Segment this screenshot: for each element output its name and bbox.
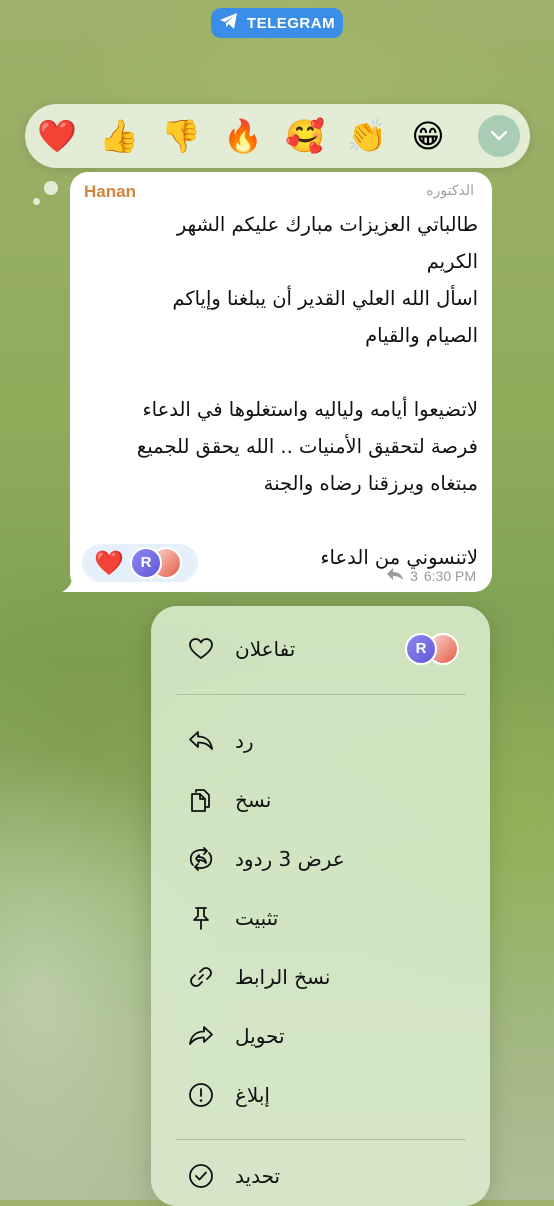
reaction-smiling-hearts[interactable]: 🥰 [285,117,325,155]
reply-arrow-icon [386,567,404,584]
view-replies-icon [187,845,215,873]
chevron-down-icon [489,127,509,146]
reaction-heart[interactable]: ❤️ [37,117,77,155]
menu-label-view-replies: عرض 3 ردود [235,847,345,871]
menu-item-forward[interactable]: تحويل [151,1007,490,1065]
sender-name[interactable]: Hanan [84,182,136,202]
expand-reactions-button[interactable] [478,115,520,157]
reaction-thumbs-up[interactable]: 👍 [99,117,139,155]
reaction-beaming-face[interactable]: 😁 [409,117,447,155]
forward-icon [187,1022,215,1050]
reaction-fire[interactable]: 🔥 [223,117,263,155]
menu-label-copy-link: نسخ الرابط [235,965,331,989]
message-time: 6:30 PM [423,567,476,584]
menu-item-select[interactable]: تحديد [151,1147,490,1205]
menu-avatar-r: R [405,633,437,665]
reaction-picker: ❤️ 👍 👎 🔥 🥰 👏 😁 [25,104,530,168]
menu-divider-bottom [175,1139,466,1140]
reaction-clapping[interactable]: 👏 [347,117,387,155]
link-icon [187,963,215,991]
message-text: طالباتي العزيزات مبارك عليكم الشهر الكري… [136,213,478,569]
menu-label-select: تحديد [235,1164,281,1188]
reaction-thumbs-down[interactable]: 👎 [161,117,201,155]
menu-item-report[interactable]: إبلاغ [151,1066,490,1124]
menu-label-copy: نسخ [235,788,272,812]
message-meta: 3 6:30 PM [386,567,476,584]
telegram-badge: TELEGRAM [211,8,343,38]
message-bubble[interactable]: Hanan الدكتوره طالباتي العزيزات مبارك عل… [70,172,492,592]
menu-item-reactions[interactable]: تفاعلان R [151,620,490,678]
menu-item-copy-link[interactable]: نسخ الرابط [151,948,490,1006]
reply-icon [187,727,215,755]
menu-label-pin: تثبيت [235,906,279,930]
report-icon [187,1081,215,1109]
reply-count[interactable]: 3 [410,568,418,584]
menu-item-view-replies[interactable]: عرض 3 ردود [151,830,490,888]
copy-icon [187,786,215,814]
menu-item-pin[interactable]: تثبيت [151,889,490,947]
menu-divider [175,694,466,695]
menu-item-copy[interactable]: نسخ [151,771,490,829]
menu-label-reply: رد [235,729,254,753]
context-menu: تفاعلان R رد نسخ عرض 3 ردود تثبيت نسخ ال… [151,606,490,1206]
reaction-chip[interactable]: ❤️ R [82,544,198,582]
heart-outline-icon [187,635,215,663]
author-signature: الدكتوره [426,183,474,199]
menu-item-reply[interactable]: رد [151,712,490,770]
menu-label-report: إبلاغ [235,1083,270,1107]
select-icon [187,1162,215,1190]
reactor-avatar-r: R [130,547,162,579]
pin-icon [187,904,215,932]
menu-label-reactions: تفاعلان [235,637,296,661]
badge-label: TELEGRAM [246,14,336,32]
menu-label-forward: تحويل [235,1024,285,1048]
picker-tail-dot-small [33,198,40,205]
picker-tail-dot [44,181,58,195]
chip-heart-icon: ❤️ [94,549,124,577]
telegram-icon [219,12,239,34]
